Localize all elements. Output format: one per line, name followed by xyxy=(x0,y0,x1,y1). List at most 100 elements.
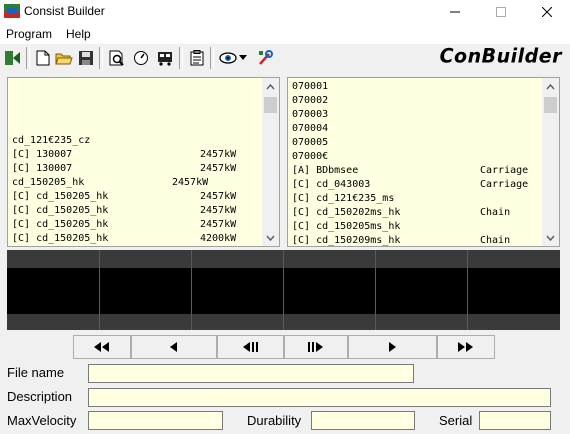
minimize-icon xyxy=(450,11,460,13)
first-button[interactable] xyxy=(73,335,131,359)
list-item[interactable]: [C] cd_150205_hk 2457kW xyxy=(12,204,256,218)
close-icon xyxy=(542,7,552,17)
list-item-name: [C] 130007 xyxy=(12,163,73,174)
locomotive-list[interactable]: cd_121€235_cz [C] 130007 2457kW [C] 130007 2… xyxy=(7,77,280,247)
list-item-name: [C] cd_150202ms_hk xyxy=(292,207,401,218)
consist-slot[interactable] xyxy=(375,250,467,330)
slot-divider xyxy=(191,250,192,330)
list-item[interactable]: [C] cd_150205_hk 4200kW xyxy=(12,232,256,246)
list-item[interactable]: [A] BDbmsee Carriage xyxy=(292,164,537,178)
list-item-name: [C] cd_121€235_ms xyxy=(292,193,395,204)
brand-logo: ConBuilder xyxy=(439,44,562,68)
serial-field[interactable] xyxy=(479,411,551,430)
list-item-name: [A] BDbmsee xyxy=(292,165,359,176)
step-right-icon xyxy=(308,342,323,352)
scroll-down-arrow-icon[interactable] xyxy=(542,229,559,246)
menu-program[interactable]: Program xyxy=(6,27,52,41)
list-item[interactable]: [C] 130007 2457kW xyxy=(12,162,256,176)
scroll-up-arrow-icon[interactable] xyxy=(542,78,559,95)
list-item[interactable]: 070001 xyxy=(292,80,537,94)
max-velocity-label: MaxVelocity xyxy=(7,413,77,428)
consist-slot[interactable] xyxy=(283,250,375,330)
list-item-name: 070003 xyxy=(292,109,329,120)
durability-field[interactable] xyxy=(311,411,415,430)
next-button[interactable] xyxy=(348,335,437,359)
vertical-scrollbar[interactable] xyxy=(542,78,559,246)
compass-button[interactable] xyxy=(131,48,150,68)
maximize-button[interactable] xyxy=(478,0,524,24)
open-folder-icon xyxy=(54,53,73,65)
scrollbar-thumb[interactable] xyxy=(264,97,277,113)
list-item-power: 2457kW xyxy=(172,177,209,188)
notes-button[interactable] xyxy=(187,48,206,68)
exit-button[interactable] xyxy=(3,48,22,68)
minimize-button[interactable] xyxy=(432,0,478,24)
wagon-list[interactable]: 070001 070002 070003 070004 070005 07000€ [A] … xyxy=(287,77,560,247)
list-item[interactable]: 070004 xyxy=(292,122,537,136)
locomotive-list-items: cd_121€235_cz [C] 130007 2457kW [C] 130007 2… xyxy=(12,134,256,246)
file-name-field[interactable] xyxy=(88,364,414,383)
vertical-scrollbar[interactable] xyxy=(262,78,279,246)
consist-slot[interactable] xyxy=(467,250,560,330)
new-file-icon xyxy=(36,50,49,66)
list-item-power: 2457kW xyxy=(200,149,237,160)
list-item[interactable]: [C] cd_121€235_ms xyxy=(292,192,537,206)
list-item[interactable]: 070002 xyxy=(292,94,537,108)
toolbar-separator xyxy=(210,47,214,69)
list-item[interactable]: [C] cd_150209ms_hk Chain xyxy=(292,234,537,246)
slot-divider xyxy=(99,250,100,330)
consist-slot[interactable] xyxy=(99,250,191,330)
list-item[interactable]: [C] cd_150205ms_hk xyxy=(292,220,537,234)
scroll-up-arrow-icon[interactable] xyxy=(262,78,279,95)
list-item[interactable]: [C] cd_150202ms_hk Chain xyxy=(292,206,537,220)
toolbar-separator xyxy=(26,47,30,69)
eye-dropdown-button[interactable] xyxy=(237,48,249,68)
list-item[interactable]: 070003 xyxy=(292,108,537,122)
preview-button[interactable] xyxy=(107,48,126,68)
previous-button[interactable] xyxy=(131,335,217,359)
last-button[interactable] xyxy=(437,335,495,359)
open-folder-button[interactable] xyxy=(54,48,73,68)
toolbar-separator xyxy=(179,47,183,69)
consist-slot[interactable] xyxy=(7,250,99,330)
description-field[interactable] xyxy=(88,388,551,407)
list-item-name: [C] cd_150205_hk xyxy=(12,191,109,202)
list-item-power: 4200kW xyxy=(200,233,237,244)
tools-button[interactable] xyxy=(256,48,275,68)
save-button[interactable] xyxy=(76,48,95,68)
list-item-name: cd_150205_hk xyxy=(12,177,85,188)
list-item[interactable]: cd_121€235_cz xyxy=(12,134,256,148)
previous-unit-button[interactable] xyxy=(217,335,284,359)
list-item-name: cd_121€235_cz xyxy=(12,135,91,146)
scrollbar-thumb[interactable] xyxy=(544,97,557,113)
max-velocity-field[interactable] xyxy=(88,411,223,430)
consist-slot[interactable] xyxy=(191,250,283,330)
list-item[interactable]: 07000€ xyxy=(292,150,537,164)
next-unit-button[interactable] xyxy=(284,335,348,359)
list-item-name: 070001 xyxy=(292,81,329,92)
list-item-type: Carriage xyxy=(480,165,529,176)
double-right-arrow-icon xyxy=(458,342,473,352)
list-item-name: 070005 xyxy=(292,137,329,148)
close-button[interactable] xyxy=(524,0,570,24)
list-item-type: Carriage xyxy=(480,179,529,190)
slot-divider xyxy=(467,250,468,330)
compass-icon xyxy=(133,51,148,65)
list-item-name: 07000€ xyxy=(292,151,329,162)
list-item[interactable]: [C] cd_150205_hk 2457kW xyxy=(12,190,256,204)
eye-button[interactable] xyxy=(218,48,237,68)
list-item[interactable]: [C] cd_043003 Carriage xyxy=(292,178,537,192)
list-item[interactable]: cd_150205_hk 2457kW xyxy=(12,176,256,190)
list-item[interactable]: [C] 130007 2457kW xyxy=(12,148,256,162)
train-button[interactable] xyxy=(155,48,174,68)
list-item[interactable]: 070005 xyxy=(292,136,537,150)
save-icon xyxy=(78,51,93,65)
scroll-down-arrow-icon[interactable] xyxy=(262,229,279,246)
new-file-button[interactable] xyxy=(33,48,52,68)
train-icon xyxy=(157,52,172,66)
list-item[interactable]: [C] cd_150205_hk 2457kW xyxy=(12,218,256,232)
list-item-power: 2457kW xyxy=(200,163,237,174)
menu-help[interactable]: Help xyxy=(66,27,91,41)
tools-icon xyxy=(258,50,273,65)
consist-view[interactable] xyxy=(7,250,560,330)
